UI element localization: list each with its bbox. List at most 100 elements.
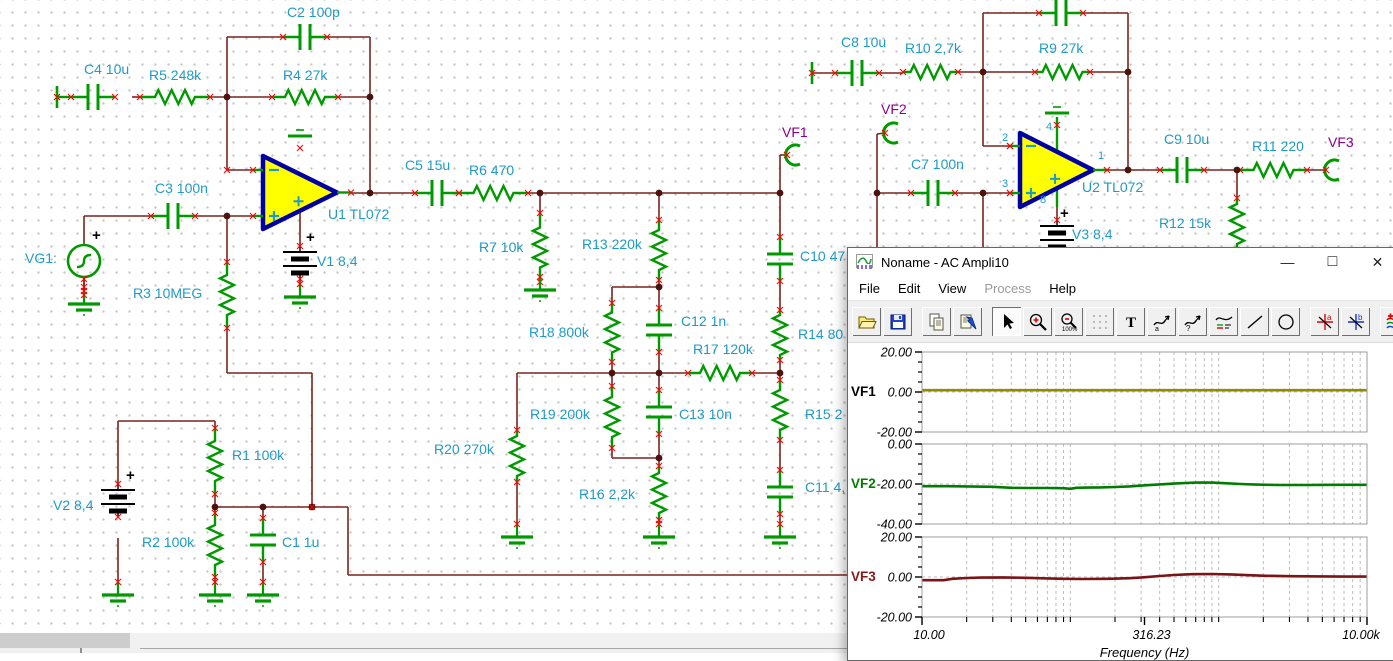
svg-text:-20.00: -20.00 <box>877 611 912 625</box>
component-label: C3 100n <box>155 180 208 196</box>
component-label: R5 248k <box>149 67 202 83</box>
svg-text:10.00: 10.00 <box>913 628 944 642</box>
menu-item-view[interactable]: View <box>929 278 975 299</box>
svg-text:0.00: 0.00 <box>888 386 912 400</box>
probe-label: VF3 <box>1328 134 1354 150</box>
charts: 20.00 0.00 -20.00 VF1 0.00 -20.00 -40.00 VF2 20.… <box>851 346 1381 661</box>
component-label: R11 220 <box>1252 138 1304 154</box>
svg-text:10.00k: 10.00k <box>1342 628 1380 642</box>
component-label: V1 8,4 <box>317 253 358 269</box>
component-label: R7 10k <box>479 239 524 255</box>
svg-text:b: b <box>1358 313 1363 322</box>
toolbar-open-button[interactable] <box>852 307 881 336</box>
svg-text:?: ? <box>1186 324 1191 332</box>
component-label: C11 4, <box>805 479 846 495</box>
component-label: U2 TL072 <box>1082 179 1144 195</box>
component-label: R16 2,2k <box>579 486 636 502</box>
toolbar-save-button[interactable] <box>883 307 912 336</box>
pin-number-label: 4 <box>1046 121 1053 133</box>
component-label: R4 27k <box>283 67 328 83</box>
pin-number-label: 1 <box>1098 150 1105 162</box>
probe-label: VF1 <box>782 124 808 140</box>
component-label: C12 1n <box>681 313 727 329</box>
window-edge-line <box>140 648 847 649</box>
polarity-sign: + <box>126 467 135 484</box>
component-label: R1 100k <box>232 447 285 463</box>
svg-text:VF1: VF1 <box>851 384 876 399</box>
app-root: { "window": { "title": "Noname - AC Ampl… <box>0 0 1393 661</box>
polarity-sign: + <box>1060 205 1069 222</box>
svg-text:VF3: VF3 <box>851 569 876 584</box>
svg-text:VF2: VF2 <box>851 476 876 491</box>
svg-text:316.23: 316.23 <box>1132 628 1170 642</box>
component-label: R18 800k <box>529 324 589 340</box>
toolbar-zoom-in-button[interactable] <box>1023 307 1052 336</box>
svg-text:-40.00: -40.00 <box>877 518 912 532</box>
component-label: C1 1u <box>282 534 320 550</box>
component-label: R19 200k <box>530 406 590 422</box>
svg-text:100%: 100% <box>1062 327 1078 332</box>
toolbar-text-button[interactable]: T <box>1116 307 1145 336</box>
menu-bar: File Edit View Process Help <box>848 276 1393 300</box>
bottom-strip <box>0 648 847 653</box>
toolbar-curve-legend-button[interactable] <box>1209 307 1238 336</box>
component-label: R2 100k <box>142 534 195 550</box>
toolbar-copy-button[interactable] <box>922 307 951 336</box>
schematic-hscrollbar[interactable] <box>0 633 847 648</box>
toolbar-cursor-b-button[interactable]: b <box>1341 307 1370 336</box>
component-label: R9 27k <box>1039 40 1084 56</box>
toolbar-add-curves-button[interactable] <box>1380 307 1393 336</box>
component-label: R3 10MEG <box>133 285 203 301</box>
toolbar-grid-button[interactable] <box>1085 307 1114 336</box>
toolbar-annotate-a-button[interactable]: a <box>1147 307 1176 336</box>
component-label: C8 10u <box>841 34 887 50</box>
component-label: R17 120k <box>693 341 753 357</box>
svg-text:-20.00: -20.00 <box>877 478 912 492</box>
component-label: U1 TL072 <box>328 206 390 222</box>
window-title: Noname - AC Ampli10 <box>881 254 1009 270</box>
component-label: V3 8,4 <box>1072 226 1113 242</box>
component-label: VG1: <box>25 250 57 266</box>
minimize-button[interactable]: — <box>1265 248 1310 276</box>
component-label: C10 47 <box>800 248 846 264</box>
window-edge-divider <box>80 648 82 653</box>
svg-text:20.00: 20.00 <box>880 531 912 545</box>
toolbar-paste-button[interactable] <box>953 307 982 336</box>
component-label: C2 100p <box>287 4 340 20</box>
pin-number-label: 3 <box>1002 178 1009 190</box>
svg-text:a: a <box>1327 313 1332 322</box>
hscrollbar-thumb[interactable] <box>0 633 130 648</box>
toolbar-line-button[interactable] <box>1240 307 1269 336</box>
menu-item-help[interactable]: Help <box>1040 278 1085 299</box>
toolbar-cursor-button[interactable] <box>992 307 1021 336</box>
polarity-sign: + <box>92 227 101 244</box>
component-label: C9 10u <box>1164 131 1210 147</box>
svg-text:20.00: 20.00 <box>880 346 912 360</box>
close-button[interactable]: ✕ <box>1355 248 1393 276</box>
toolbar-cursor-a-button[interactable]: a <box>1310 307 1339 336</box>
component-label: R12 15k <box>1159 215 1212 231</box>
maximize-button[interactable]: □ <box>1310 248 1355 276</box>
component-label: R15 2 <box>805 406 843 422</box>
plot-area: 20.00 0.00 -20.00 VF1 0.00 -20.00 -40.00 VF2 20.… <box>848 343 1393 660</box>
component-label: C7 100n <box>911 156 964 172</box>
component-label: R13 220k <box>582 236 642 252</box>
toolbar: 100%Ta?ab◀▲▼▶ <box>848 300 1393 343</box>
svg-text:T: T <box>1126 315 1136 331</box>
component-label: C5 15u <box>405 157 451 173</box>
title-bar[interactable]: Noname - AC Ampli10 — □ ✕ <box>848 248 1393 276</box>
toolbar-zoom-100-button[interactable]: 100% <box>1054 307 1083 336</box>
component-label: R14 80 <box>798 326 844 342</box>
component-label: V2 8,4 <box>53 497 94 513</box>
toolbar-ellipse-button[interactable] <box>1271 307 1300 336</box>
component-label: R20 270k <box>434 441 494 457</box>
menu-item-process[interactable]: Process <box>975 278 1040 299</box>
svg-text:0.00: 0.00 <box>888 438 912 452</box>
menu-item-file[interactable]: File <box>850 278 889 299</box>
app-icon <box>856 254 873 270</box>
svg-text:a: a <box>1155 326 1159 332</box>
component-label: R10 2,7k <box>905 40 962 56</box>
pin-number-label: 8 <box>1040 194 1047 206</box>
menu-item-edit[interactable]: Edit <box>889 278 929 299</box>
toolbar-annotate-b-button[interactable]: ? <box>1178 307 1207 336</box>
